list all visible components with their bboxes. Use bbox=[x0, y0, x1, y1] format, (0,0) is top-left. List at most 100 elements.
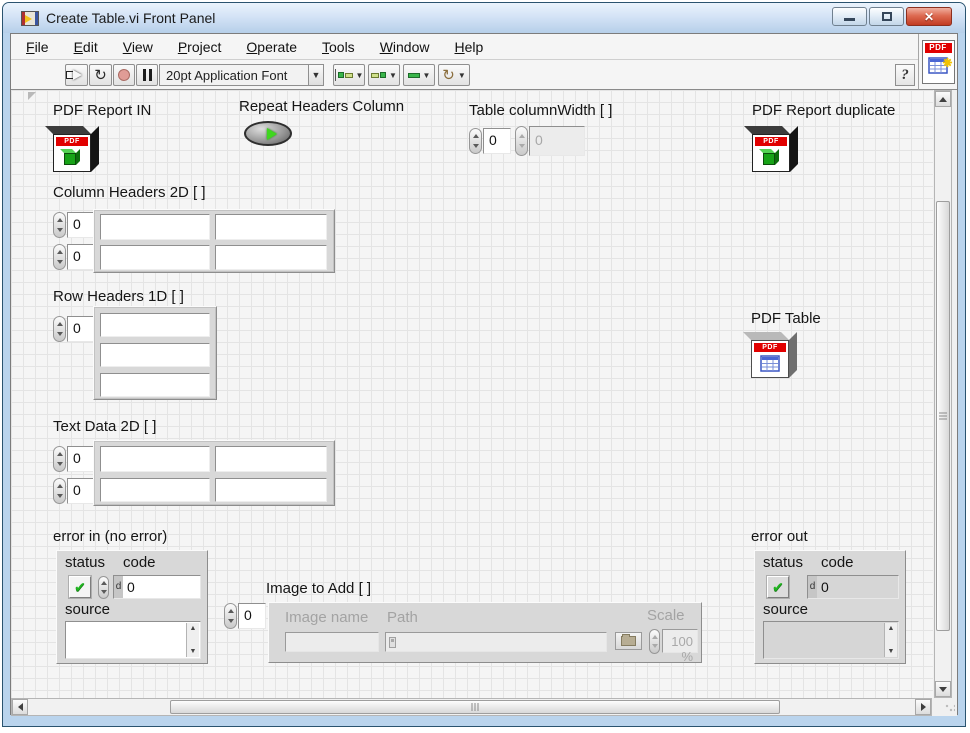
code-spinner-wrap[interactable] bbox=[98, 576, 110, 599]
column-headers-2d-index-col[interactable]: 0 bbox=[53, 244, 95, 270]
resize-objects-button[interactable]: ▼ bbox=[403, 64, 435, 86]
vi-icon-badge[interactable]: PDF bbox=[918, 34, 957, 90]
vi-icon: PDF bbox=[922, 40, 955, 84]
status-boolean[interactable]: ✔ bbox=[767, 576, 789, 598]
string-cell[interactable] bbox=[100, 478, 210, 502]
string-cell[interactable] bbox=[100, 373, 210, 397]
image-to-add-index[interactable]: 0 bbox=[224, 603, 266, 629]
vertical-scroll-thumb[interactable] bbox=[936, 201, 950, 631]
index-spinner[interactable] bbox=[53, 446, 66, 472]
scale-field[interactable]: 100 % bbox=[662, 629, 698, 653]
source-field[interactable]: ▲▼ bbox=[763, 621, 899, 659]
index-spinner[interactable] bbox=[53, 212, 66, 238]
menu-edit[interactable]: Edit bbox=[74, 39, 98, 55]
index-value[interactable]: 0 bbox=[483, 128, 511, 154]
maximize-button[interactable] bbox=[869, 7, 904, 26]
font-selector-dropdown-icon[interactable]: ▼ bbox=[308, 64, 324, 86]
index-spinner[interactable] bbox=[53, 478, 66, 504]
font-selector[interactable]: 20pt Application Font bbox=[159, 64, 309, 86]
index-spinner[interactable] bbox=[53, 316, 66, 342]
scale-spinner-wrap[interactable] bbox=[649, 629, 661, 654]
run-button[interactable] bbox=[65, 64, 88, 86]
numeric-spinner[interactable] bbox=[98, 576, 109, 599]
index-spinner[interactable] bbox=[469, 128, 482, 154]
scroll-up-button[interactable] bbox=[935, 91, 951, 107]
scroll-up-icon[interactable]: ▲ bbox=[190, 625, 197, 632]
string-cell[interactable] bbox=[215, 478, 327, 502]
scroll-up-icon[interactable]: ▲ bbox=[888, 625, 895, 632]
pause-button[interactable] bbox=[136, 64, 158, 86]
resize-grip[interactable] bbox=[945, 704, 955, 714]
text-data-2d-index-row[interactable]: 0 bbox=[53, 446, 95, 472]
string-cell[interactable] bbox=[100, 245, 210, 270]
code-field[interactable]: d 0 bbox=[113, 575, 201, 599]
table-columnwidth-index[interactable]: 0 bbox=[469, 128, 511, 154]
align-objects-button[interactable]: ▼ bbox=[333, 64, 365, 86]
scroll-down-icon[interactable]: ▼ bbox=[888, 648, 895, 655]
horizontal-scrollbar[interactable] bbox=[11, 698, 932, 716]
pdf-report-duplicate-indicator[interactable]: PDF bbox=[752, 126, 799, 173]
titlebar[interactable]: Create Table.vi Front Panel ✕ bbox=[3, 3, 965, 33]
string-cell[interactable] bbox=[215, 446, 327, 472]
mini-scrollbar[interactable]: ▲▼ bbox=[884, 623, 897, 657]
index-value[interactable]: 0 bbox=[67, 212, 95, 238]
numeric-spinner[interactable] bbox=[649, 629, 660, 654]
column-headers-2d-index-row[interactable]: 0 bbox=[53, 212, 95, 238]
index-value[interactable]: 0 bbox=[67, 446, 95, 472]
image-name-field[interactable] bbox=[285, 632, 379, 652]
index-value[interactable]: 0 bbox=[67, 316, 95, 342]
close-button[interactable]: ✕ bbox=[906, 7, 952, 26]
string-cell[interactable] bbox=[215, 245, 327, 270]
pdf-table-indicator[interactable]: PDF bbox=[751, 332, 798, 379]
minimize-button[interactable] bbox=[832, 7, 867, 26]
index-spinner[interactable] bbox=[53, 244, 66, 270]
status-boolean[interactable]: ✔ bbox=[69, 576, 91, 598]
vertical-scrollbar[interactable] bbox=[934, 90, 952, 698]
numeric-spinner[interactable] bbox=[515, 126, 528, 156]
scroll-left-button[interactable] bbox=[12, 699, 28, 715]
code-field[interactable]: d 0 bbox=[807, 575, 899, 599]
labview-window: Create Table.vi Front Panel ✕ File Edit … bbox=[2, 2, 966, 727]
string-cell[interactable] bbox=[100, 214, 210, 240]
abort-button[interactable] bbox=[113, 64, 135, 86]
reorder-button[interactable]: ↻▼ bbox=[438, 64, 470, 86]
scroll-down-icon[interactable]: ▼ bbox=[190, 648, 197, 655]
text-data-2d-index-col[interactable]: 0 bbox=[53, 478, 95, 504]
menu-view[interactable]: View bbox=[123, 39, 153, 55]
menu-operate[interactable]: Operate bbox=[246, 39, 297, 55]
scroll-right-button[interactable] bbox=[915, 699, 931, 715]
numeric-value[interactable]: 0 bbox=[529, 126, 585, 156]
table-icon bbox=[760, 355, 780, 372]
index-spinner[interactable] bbox=[224, 603, 237, 629]
pdf-report-in-control[interactable]: PDF bbox=[53, 126, 100, 173]
string-cell[interactable] bbox=[100, 313, 210, 337]
help-button[interactable]: ? bbox=[895, 64, 915, 86]
radix-indicator[interactable]: d bbox=[114, 576, 123, 598]
run-continuously-button[interactable]: ↻ bbox=[89, 64, 112, 86]
distribute-objects-button[interactable]: ▼ bbox=[368, 64, 400, 86]
path-field[interactable] bbox=[385, 632, 607, 652]
index-value[interactable]: 0 bbox=[238, 603, 266, 629]
front-panel[interactable]: PDF Report IN PDF Repeat Headers Column … bbox=[11, 90, 933, 698]
source-field[interactable]: ▲▼ bbox=[65, 621, 201, 659]
index-value[interactable]: 0 bbox=[67, 244, 95, 270]
menu-help[interactable]: Help bbox=[455, 39, 484, 55]
menu-file[interactable]: File bbox=[26, 39, 49, 55]
row-headers-1d-index[interactable]: 0 bbox=[53, 316, 95, 342]
pane-origin-marker bbox=[28, 92, 36, 100]
string-cell[interactable] bbox=[100, 343, 210, 367]
column-headers-2d-label: Column Headers 2D [ ] bbox=[53, 184, 206, 201]
browse-button[interactable] bbox=[615, 632, 642, 650]
menu-tools[interactable]: Tools bbox=[322, 39, 355, 55]
string-cell[interactable] bbox=[215, 214, 327, 240]
table-columnwidth-element[interactable]: 0 bbox=[515, 126, 585, 156]
radix-indicator[interactable]: d bbox=[808, 576, 817, 598]
index-value[interactable]: 0 bbox=[67, 478, 95, 504]
menu-window[interactable]: Window bbox=[380, 39, 430, 55]
repeat-headers-column-toggle[interactable] bbox=[244, 121, 292, 146]
scroll-down-button[interactable] bbox=[935, 681, 951, 697]
string-cell[interactable] bbox=[100, 446, 210, 472]
menu-project[interactable]: Project bbox=[178, 39, 222, 55]
mini-scrollbar[interactable]: ▲▼ bbox=[186, 623, 199, 657]
horizontal-scroll-thumb[interactable] bbox=[170, 700, 780, 714]
